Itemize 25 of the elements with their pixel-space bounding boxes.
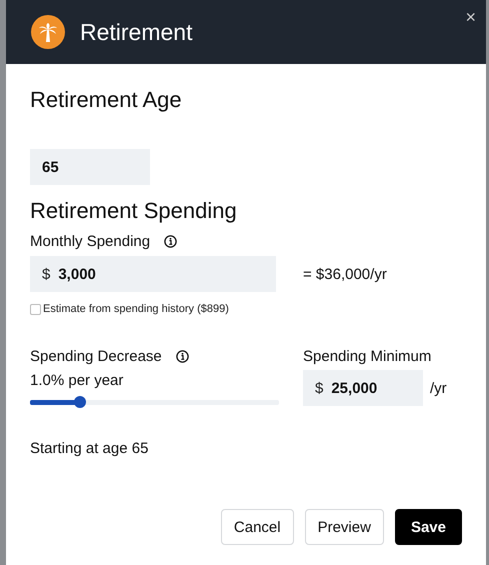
section-heading: Retirement Age <box>30 87 183 113</box>
section-heading: Retirement Spending <box>30 198 238 224</box>
slider-handle[interactable] <box>74 396 86 408</box>
field-label: Monthly Spending <box>30 233 150 250</box>
currency-symbol: $ <box>42 266 50 282</box>
monthly-spending-field[interactable]: $ 3,000 <box>30 256 276 292</box>
palm-tree-icon <box>31 15 65 49</box>
dialog-button[interactable]: Preview <box>304 509 384 545</box>
starting-age-note: Starting at age 65 <box>30 440 150 457</box>
close-button[interactable]: × <box>461 5 480 30</box>
save-button[interactable]: Save <box>394 509 462 545</box>
info-icon[interactable] <box>164 235 178 248</box>
field-label: Spending Minimum <box>303 348 432 365</box>
slider-reading: 1.0% per year <box>30 372 124 389</box>
dialog-button[interactable]: Cancel <box>220 509 294 545</box>
spending-minimum-field[interactable]: $ 25,000 <box>303 370 423 406</box>
currency-symbol: $ <box>315 380 324 396</box>
info-icon[interactable] <box>176 350 189 363</box>
age-field[interactable]: 65 <box>30 149 150 185</box>
annual-amount: = $36,000/yr <box>303 266 387 282</box>
field-label: Spending Decrease <box>30 348 162 365</box>
checkbox-label: Estimate from spending history ($899) <box>43 303 229 315</box>
checkbox[interactable] <box>30 304 41 314</box>
unit-label: /yr <box>430 380 447 396</box>
dialog-title: Retirement <box>80 18 192 46</box>
